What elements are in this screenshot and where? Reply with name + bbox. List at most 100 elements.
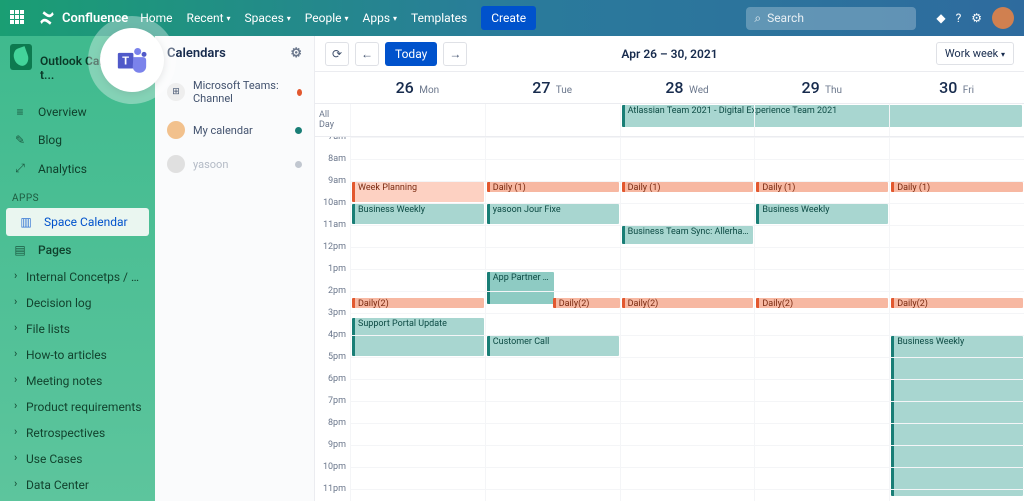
time-cell[interactable] [889, 313, 1024, 335]
time-cell[interactable] [754, 401, 889, 423]
time-cell[interactable] [485, 445, 620, 467]
time-cell[interactable] [754, 489, 889, 501]
time-cell[interactable] [485, 181, 620, 203]
time-cell[interactable] [485, 379, 620, 401]
time-cell[interactable] [889, 445, 1024, 467]
time-cell[interactable] [620, 489, 755, 501]
time-cell[interactable]: Daily (1)Business WeeklyDaily(2) [754, 137, 889, 159]
time-cell[interactable] [754, 335, 889, 357]
time-cell[interactable]: Daily (1)yasoon Jour FixeApp Partner Tra… [485, 137, 620, 159]
time-cell[interactable] [485, 291, 620, 313]
time-cell[interactable] [889, 401, 1024, 423]
time-cell[interactable] [485, 313, 620, 335]
time-cell[interactable] [889, 269, 1024, 291]
time-cell[interactable] [620, 291, 755, 313]
time-cell[interactable] [350, 445, 485, 467]
tree-item[interactable]: Meeting notes [0, 368, 155, 394]
time-cell[interactable] [350, 489, 485, 501]
time-cell[interactable] [889, 247, 1024, 269]
sidebar-item-blog[interactable]: ✎Blog [0, 126, 155, 154]
time-cell[interactable] [889, 489, 1024, 501]
time-cell[interactable] [620, 181, 755, 203]
time-cell[interactable] [485, 203, 620, 225]
time-cell[interactable] [620, 203, 755, 225]
profile-avatar[interactable] [992, 7, 1014, 29]
time-cell[interactable] [350, 269, 485, 291]
time-cell[interactable]: Daily (1)Business Team Sync: AllerhandDa… [620, 137, 755, 159]
time-cell[interactable] [754, 225, 889, 247]
allday-cell[interactable] [889, 104, 1024, 136]
time-cell[interactable] [754, 445, 889, 467]
tree-item[interactable]: Retrospectives [0, 420, 155, 446]
time-cell[interactable] [889, 291, 1024, 313]
time-cell[interactable] [620, 467, 755, 489]
time-cell[interactable] [754, 203, 889, 225]
time-cell[interactable] [350, 159, 485, 181]
create-button[interactable]: Create [481, 6, 536, 30]
time-cell[interactable] [620, 401, 755, 423]
time-cell[interactable] [350, 335, 485, 357]
time-cell[interactable] [754, 269, 889, 291]
time-cell[interactable] [754, 181, 889, 203]
allday-cell[interactable] [485, 104, 620, 136]
tree-item[interactable]: Decision log [0, 290, 155, 316]
sidebar-item-analytics[interactable]: ⤢Analytics [0, 154, 155, 183]
time-cell[interactable] [350, 357, 485, 379]
time-cell[interactable] [889, 379, 1024, 401]
time-cell[interactable] [350, 401, 485, 423]
time-cell[interactable]: Week PlanningBusiness WeeklyDaily(2)Supp… [350, 137, 485, 159]
notifications-icon[interactable]: ◆ [936, 11, 945, 25]
time-cell[interactable] [754, 247, 889, 269]
time-cell[interactable]: Daily (1)Daily(2)Business Weekly [889, 137, 1024, 159]
time-cell[interactable] [350, 379, 485, 401]
time-cell[interactable] [889, 159, 1024, 181]
app-switcher-icon[interactable] [10, 10, 26, 26]
time-cell[interactable] [889, 225, 1024, 247]
nav-apps[interactable]: Apps▾ [363, 11, 398, 25]
time-cell[interactable] [889, 181, 1024, 203]
settings-icon[interactable]: ⚙ [971, 11, 982, 25]
view-selector[interactable]: Work week ▾ [936, 42, 1014, 65]
nav-recent[interactable]: Recent▾ [187, 11, 231, 25]
today-button[interactable]: Today [385, 42, 437, 66]
sidebar-item-space-calendar[interactable]: ▥Space Calendar [6, 208, 149, 236]
tree-item[interactable]: Internal Concetps / D... [0, 264, 155, 290]
tree-item[interactable]: File lists [0, 316, 155, 342]
tree-item[interactable]: Product requirements [0, 394, 155, 420]
nav-home[interactable]: Home [140, 11, 172, 25]
time-cell[interactable] [754, 357, 889, 379]
time-cell[interactable] [620, 445, 755, 467]
time-cell[interactable] [485, 269, 620, 291]
time-cell[interactable] [754, 159, 889, 181]
time-cell[interactable] [620, 225, 755, 247]
tree-item[interactable]: Use Cases [0, 446, 155, 472]
refresh-button[interactable]: ⟳ [325, 42, 349, 66]
time-cell[interactable] [485, 357, 620, 379]
search-input[interactable]: ⌕ Search [746, 7, 916, 30]
time-cell[interactable] [350, 247, 485, 269]
allday-cell[interactable] [754, 104, 889, 136]
next-button[interactable]: → [443, 42, 467, 66]
nav-templates[interactable]: Templates [411, 11, 467, 25]
brand[interactable]: Confluence [38, 9, 128, 27]
time-cell[interactable] [485, 423, 620, 445]
tree-item[interactable]: How-to articles [0, 342, 155, 368]
time-cell[interactable] [350, 203, 485, 225]
calendar-list-item[interactable]: ⊞Microsoft Teams: Channel [155, 71, 314, 113]
help-icon[interactable]: ? [956, 11, 962, 25]
tree-item[interactable]: Data Center [0, 472, 155, 498]
allday-cell[interactable] [350, 104, 485, 136]
time-cell[interactable] [620, 269, 755, 291]
time-grid[interactable]: 7amWeek PlanningBusiness WeeklyDaily(2)S… [315, 137, 1024, 501]
time-cell[interactable] [350, 313, 485, 335]
nav-people[interactable]: People▾ [305, 11, 349, 25]
time-cell[interactable] [889, 335, 1024, 357]
time-cell[interactable] [485, 225, 620, 247]
time-cell[interactable] [620, 357, 755, 379]
time-cell[interactable] [350, 423, 485, 445]
time-cell[interactable] [350, 225, 485, 247]
time-cell[interactable] [485, 467, 620, 489]
time-cell[interactable] [350, 291, 485, 313]
sidebar-item-pages[interactable]: ▤Pages [0, 236, 155, 264]
time-cell[interactable] [350, 467, 485, 489]
